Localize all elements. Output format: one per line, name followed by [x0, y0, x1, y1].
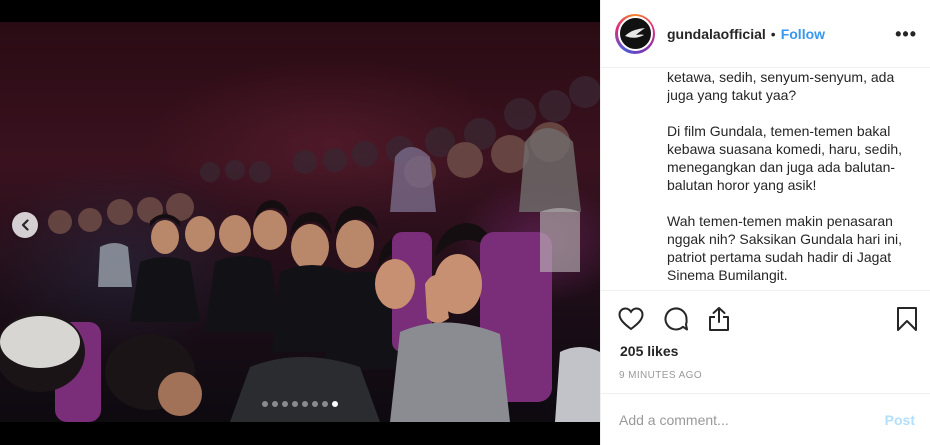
follow-button[interactable]: Follow [781, 26, 825, 42]
carousel-dot[interactable] [272, 401, 278, 407]
avatar[interactable] [617, 16, 653, 51]
carousel-dot[interactable] [322, 401, 328, 407]
audience-illustration [0, 76, 600, 422]
save-button[interactable] [893, 305, 921, 333]
carousel-dots [262, 401, 338, 407]
caption-paragraph: Di film Gundala, temen-temen bakal kebaw… [667, 123, 903, 193]
post-panel: gundalaofficial • Follow ••• ketawa, sed… [600, 0, 930, 445]
username-link[interactable]: gundalaofficial [667, 26, 766, 42]
caption-paragraph: Wah temen-temen makin penasaran nggak ni… [667, 213, 903, 283]
carousel-dot[interactable] [332, 401, 338, 407]
carousel-dot[interactable] [292, 401, 298, 407]
post-header: gundalaofficial • Follow ••• [601, 0, 930, 68]
post-caption: ketawa, sedih, senyum-senyum, ada juga y… [667, 68, 923, 290]
post-media [0, 0, 600, 445]
carousel-dot[interactable] [262, 401, 268, 407]
caption-paragraph: ketawa, sedih, senyum-senyum, ada juga y… [667, 69, 895, 103]
like-button[interactable] [617, 305, 645, 333]
chevron-left-icon [21, 219, 29, 231]
post-timestamp[interactable]: 9 MINUTES AGO [619, 370, 702, 381]
post-comment-button[interactable]: Post [885, 412, 915, 428]
comment-bar: Post [601, 393, 930, 445]
action-bar [601, 290, 930, 345]
carousel-dot[interactable] [282, 401, 288, 407]
story-ring[interactable] [615, 13, 655, 54]
carousel-dot[interactable] [302, 401, 308, 407]
share-icon [709, 307, 729, 331]
comment-icon [664, 307, 688, 331]
header-separator: • [770, 25, 776, 42]
heart-icon [618, 307, 644, 331]
gundala-logo-icon [625, 27, 645, 38]
comment-input[interactable] [619, 411, 885, 428]
comment-button[interactable] [662, 305, 690, 333]
bookmark-icon [897, 307, 917, 331]
post-photo [0, 22, 600, 422]
more-options-button[interactable]: ••• [895, 24, 917, 45]
carousel-dot[interactable] [312, 401, 318, 407]
likes-count[interactable]: 205 likes [620, 343, 678, 359]
carousel-prev-button[interactable] [12, 212, 38, 238]
share-button[interactable] [705, 305, 733, 333]
